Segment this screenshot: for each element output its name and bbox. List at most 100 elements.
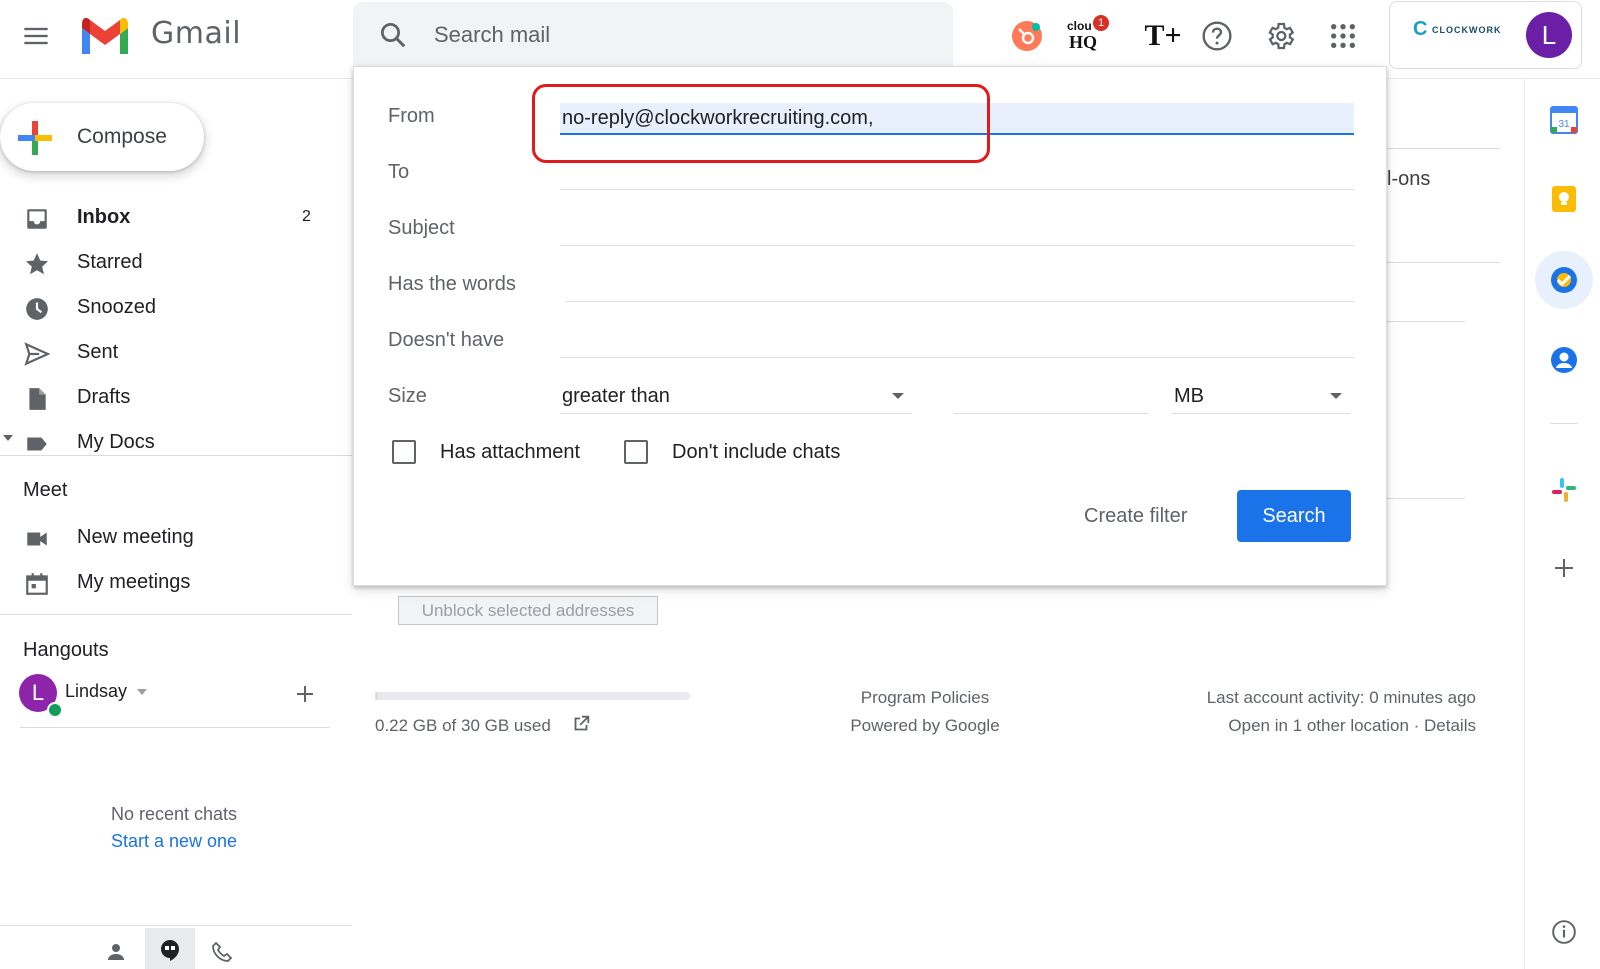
meet-section-title: Meet: [23, 479, 68, 501]
addons-tab-fragment[interactable]: l-ons: [1387, 168, 1430, 191]
unblock-selected-button[interactable]: Unblock selected addresses: [398, 596, 658, 625]
subject-field[interactable]: [560, 215, 1354, 246]
compose-button[interactable]: Compose: [0, 103, 204, 171]
account-avatar[interactable]: L: [1526, 12, 1572, 58]
sidebar-item-my-docs[interactable]: My Docs: [0, 421, 340, 455]
start-new-chat-link[interactable]: Start a new one: [0, 831, 348, 852]
search-icon[interactable]: [378, 20, 408, 50]
program-policies-link[interactable]: Program Policies: [798, 688, 1052, 708]
chevron-down-icon: [1330, 393, 1342, 399]
to-label: To: [388, 161, 410, 183]
add-chat-plus-icon[interactable]: [295, 684, 315, 704]
chevron-down-icon: [892, 393, 904, 399]
send-icon: [24, 342, 50, 366]
sidebar-item-new-meeting[interactable]: New meeting: [0, 516, 340, 560]
account-activity-details-link[interactable]: Open in 1 other location · Details: [1100, 716, 1476, 736]
google-contacts-icon[interactable]: [1546, 342, 1582, 378]
side-panel-border: [1524, 78, 1525, 969]
gmail-wordmark[interactable]: Gmail: [151, 16, 241, 51]
sidebar-item-label: My meetings: [77, 571, 191, 593]
search-input[interactable]: [434, 18, 914, 52]
star-icon: [25, 253, 49, 275]
sidebar-divider: [0, 455, 352, 456]
sidebar-item-snoozed[interactable]: Snoozed: [0, 286, 340, 330]
has-attachment-checkbox[interactable]: [392, 440, 416, 464]
doesnt-have-label: Doesn't have: [388, 329, 505, 351]
tplus-icon[interactable]: T+: [1143, 16, 1183, 56]
clockwork-logo-letter: C: [1413, 18, 1428, 40]
google-calendar-icon[interactable]: 31: [1546, 102, 1582, 138]
sidebar-item-my-meetings[interactable]: My meetings: [0, 561, 340, 605]
slack-icon[interactable]: [1546, 472, 1582, 508]
size-operator-select[interactable]: greater than: [560, 383, 912, 414]
settings-row-divider: [1385, 262, 1500, 263]
storage-bar: [375, 692, 690, 700]
inbox-icon: [27, 209, 47, 229]
bottom-divider: [0, 925, 352, 926]
to-field[interactable]: [560, 159, 1354, 190]
cloudhq-icon[interactable]: clou HQ 1: [1063, 15, 1115, 56]
apps-grid-icon[interactable]: [1323, 16, 1363, 56]
create-filter-button[interactable]: Create filter: [1084, 505, 1187, 528]
expand-arrow-icon[interactable]: [3, 435, 13, 443]
hangouts-user-name[interactable]: Lindsay: [65, 681, 127, 702]
sidebar-item-label: Snoozed: [77, 296, 156, 318]
last-activity-text: Last account activity: 0 minutes ago: [1206, 688, 1476, 707]
sidebar-item-sent[interactable]: Sent: [0, 331, 340, 375]
cloudhq-badge: 1: [1093, 15, 1109, 31]
sidebar-item-label: Drafts: [77, 386, 131, 408]
main-menu-icon[interactable]: [22, 22, 50, 50]
google-tasks-icon[interactable]: [1546, 262, 1582, 298]
dont-include-chats-label[interactable]: Don't include chats: [672, 441, 840, 464]
has-words-field[interactable]: [566, 271, 1354, 302]
powered-by-google-text: Powered by Google: [850, 716, 1000, 735]
contacts-person-icon[interactable]: [104, 940, 128, 964]
sidebar-divider: [0, 614, 352, 615]
settings-row-divider: [1385, 148, 1500, 149]
sidebar-item-label: My Docs: [77, 431, 155, 453]
open-external-icon[interactable]: [570, 713, 592, 735]
tplus-text: T+: [1144, 19, 1182, 52]
from-label: From: [388, 105, 435, 127]
clock-icon: [26, 298, 48, 320]
cloudhq-sub: HQ: [1069, 32, 1098, 52]
sidebar-item-label: Sent: [77, 341, 119, 363]
sidebar-item-starred[interactable]: Starred: [0, 241, 340, 285]
storage-used-text: 0.22 GB of 30 GB used: [375, 716, 551, 735]
hangouts-section-title: Hangouts: [23, 639, 109, 661]
sidebar-item-inbox[interactable]: Inbox 2: [0, 196, 340, 240]
size-unit-select[interactable]: MB: [1172, 383, 1350, 414]
video-camera-icon: [27, 532, 47, 546]
info-icon[interactable]: [1546, 914, 1582, 950]
annotation-highlight-box: [532, 84, 990, 163]
settings-row-divider: [1385, 498, 1465, 499]
hangouts-tab[interactable]: [145, 928, 195, 969]
get-addons-plus-icon[interactable]: [1546, 550, 1582, 586]
compose-plus-icon: [18, 121, 52, 155]
has-attachment-label[interactable]: Has attachment: [440, 441, 580, 464]
help-icon[interactable]: [1197, 16, 1237, 56]
hubspot-icon[interactable]: [1007, 16, 1047, 56]
subject-label: Subject: [388, 217, 455, 239]
calendar-icon: [26, 573, 48, 595]
clockwork-logo-text: CLOCKWORK: [1432, 25, 1502, 35]
doesnt-have-field[interactable]: [560, 327, 1354, 358]
storage-bar-fill: [375, 692, 379, 700]
sidebar-item-drafts[interactable]: Drafts: [0, 376, 340, 420]
gmail-logo-icon[interactable]: [78, 14, 132, 56]
settings-gear-icon[interactable]: [1260, 16, 1300, 56]
search-button[interactable]: Search: [1237, 490, 1351, 542]
draft-file-icon: [29, 388, 46, 410]
status-dropdown-icon[interactable]: [137, 689, 147, 695]
phone-icon[interactable]: [210, 940, 234, 964]
dont-include-chats-checkbox[interactable]: [624, 440, 648, 464]
google-keep-icon[interactable]: [1546, 181, 1582, 217]
size-unit-value: MB: [1174, 385, 1204, 407]
calendar-day-text: 31: [1558, 119, 1570, 130]
size-value-field[interactable]: [954, 383, 1148, 414]
size-label: Size: [388, 385, 427, 407]
size-operator-value: greater than: [562, 385, 670, 407]
label-tag-icon: [27, 437, 47, 451]
sidebar-item-label: Inbox: [77, 206, 131, 228]
sidebar-item-label: Starred: [77, 251, 143, 273]
